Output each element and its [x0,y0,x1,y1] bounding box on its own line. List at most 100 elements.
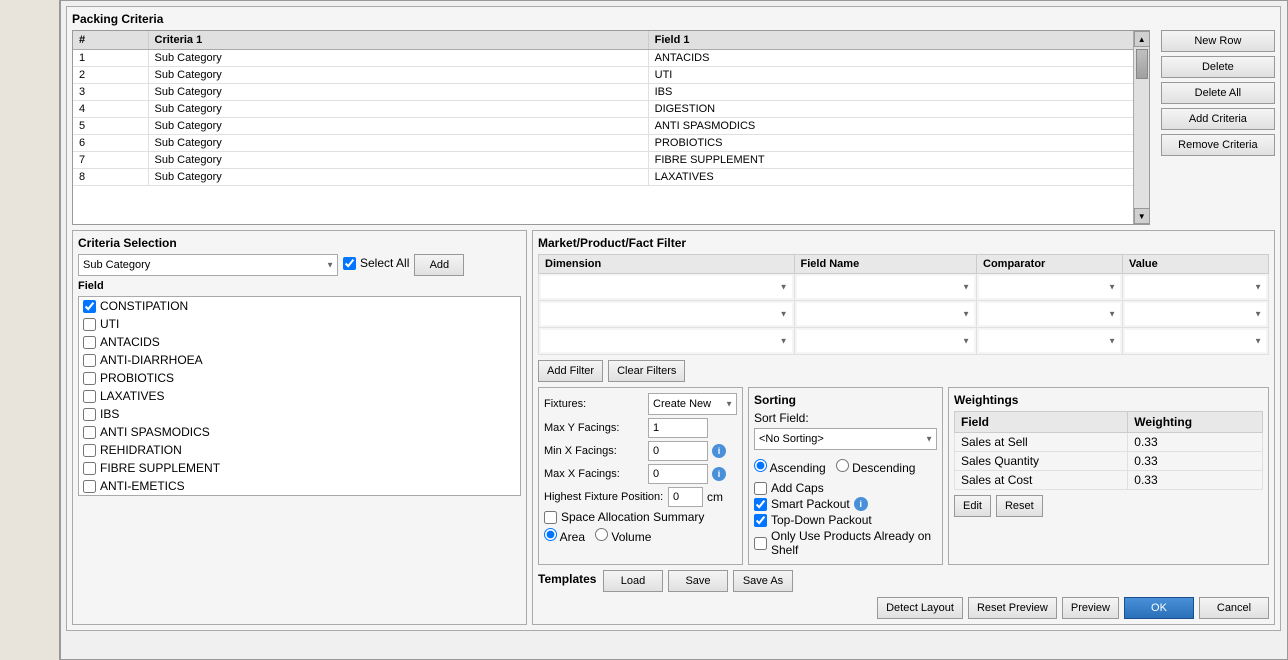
filter-dimension-wrapper[interactable] [541,330,792,352]
field-list-item[interactable]: LAXATIVES [79,387,520,405]
filter-comparator-wrapper[interactable] [979,303,1120,325]
min-x-info-icon[interactable]: i [712,444,726,458]
max-x-input[interactable] [648,464,708,484]
filter-comparator-select[interactable] [979,276,1120,298]
max-y-input[interactable] [648,418,708,438]
table-row[interactable]: 7Sub CategoryFIBRE SUPPLEMENT [73,152,1148,169]
delete-button[interactable]: Delete [1161,56,1275,78]
highest-fixture-input[interactable] [668,487,703,507]
field-list-item[interactable]: FIBRE SUPPLEMENT [79,459,520,477]
save-button[interactable]: Save [668,570,728,592]
filter-fieldname-cell[interactable] [794,328,977,355]
filter-dimension-select[interactable] [541,303,792,325]
field-checkbox[interactable] [83,336,96,349]
smart-packout-info-icon[interactable]: i [854,497,868,511]
add-button[interactable]: Add [414,254,464,276]
filter-fieldname-wrapper[interactable] [797,330,975,352]
field-list-item[interactable]: ANTACIDS [79,333,520,351]
filter-value-wrapper[interactable] [1125,276,1266,298]
filter-dimension-cell[interactable] [539,301,795,328]
filter-fieldname-select[interactable] [797,276,975,298]
ascending-label[interactable]: Ascending [754,459,826,475]
ok-button[interactable]: OK [1124,597,1194,619]
fixtures-dropdown[interactable]: Create New [648,393,737,415]
top-down-checkbox[interactable] [754,514,767,527]
field-list-item[interactable]: CONSTIPATION [79,297,520,315]
filter-value-cell[interactable] [1123,274,1269,301]
table-row[interactable]: 2Sub CategoryUTI [73,67,1148,84]
add-filter-button[interactable]: Add Filter [538,360,603,382]
volume-radio-label[interactable]: Volume [595,528,651,544]
ascending-radio[interactable] [754,459,767,472]
filter-value-select[interactable] [1125,276,1266,298]
filter-dimension-wrapper[interactable] [541,276,792,298]
sort-dropdown[interactable]: <No Sorting> [754,428,937,450]
filter-value-wrapper[interactable] [1125,330,1266,352]
table-row[interactable]: 4Sub CategoryDIGESTION [73,101,1148,118]
filter-dimension-select[interactable] [541,276,792,298]
add-caps-checkbox[interactable] [754,482,767,495]
filter-value-cell[interactable] [1123,301,1269,328]
table-scrollbar[interactable]: ▲ ▼ [1133,31,1149,224]
descending-label[interactable]: Descending [836,459,916,475]
field-checkbox[interactable] [83,390,96,403]
filter-dimension-cell[interactable] [539,328,795,355]
detect-layout-button[interactable]: Detect Layout [877,597,963,619]
filter-fieldname-select[interactable] [797,330,975,352]
filter-comparator-cell[interactable] [977,274,1123,301]
filter-value-select[interactable] [1125,303,1266,325]
filter-fieldname-wrapper[interactable] [797,303,975,325]
table-row[interactable]: 5Sub CategoryANTI SPASMODICS [73,118,1148,135]
filter-fieldname-cell[interactable] [794,274,977,301]
filter-fieldname-wrapper[interactable] [797,276,975,298]
field-list-item[interactable]: ANTI-EMETICS [79,477,520,495]
field-list-item[interactable]: PROBIOTICS [79,369,520,387]
field-checkbox[interactable] [83,444,96,457]
new-row-button[interactable]: New Row [1161,30,1275,52]
filter-comparator-cell[interactable] [977,301,1123,328]
area-radio[interactable] [544,528,557,541]
field-checkbox[interactable] [83,372,96,385]
filter-comparator-select[interactable] [979,330,1120,352]
filter-dimension-cell[interactable] [539,274,795,301]
descending-radio[interactable] [836,459,849,472]
table-row[interactable]: 6Sub CategoryPROBIOTICS [73,135,1148,152]
filter-comparator-wrapper[interactable] [979,330,1120,352]
weightings-edit-button[interactable]: Edit [954,495,991,517]
fixtures-dropdown-wrapper[interactable]: Create New [648,393,737,415]
field-checkbox[interactable] [83,354,96,367]
scroll-thumb[interactable] [1136,49,1148,79]
preview-button[interactable]: Preview [1062,597,1119,619]
sort-dropdown-wrapper[interactable]: <No Sorting> [754,428,937,450]
clear-filters-button[interactable]: Clear Filters [608,360,685,382]
field-checkbox[interactable] [83,318,96,331]
field-list-item[interactable]: REHIDRATION [79,441,520,459]
save-as-button[interactable]: Save As [733,570,793,592]
reset-preview-button[interactable]: Reset Preview [968,597,1057,619]
filter-dimension-wrapper[interactable] [541,303,792,325]
filter-comparator-wrapper[interactable] [979,276,1120,298]
scroll-up-arrow[interactable]: ▲ [1134,31,1150,47]
field-list-item[interactable]: UTI [79,315,520,333]
filter-comparator-cell[interactable] [977,328,1123,355]
field-list-item[interactable]: ANTI-DIARRHOEA [79,351,520,369]
field-checkbox[interactable] [83,300,96,313]
filter-comparator-select[interactable] [979,303,1120,325]
filter-fieldname-select[interactable] [797,303,975,325]
filter-value-cell[interactable] [1123,328,1269,355]
load-button[interactable]: Load [603,570,663,592]
space-allocation-checkbox[interactable] [544,511,557,524]
max-x-info-icon[interactable]: i [712,467,726,481]
field-checkbox[interactable] [83,480,96,493]
field-list-item[interactable]: DIGESTION [79,495,520,496]
add-criteria-button[interactable]: Add Criteria [1161,108,1275,130]
criteria-dropdown-wrapper[interactable]: Sub Category [78,254,338,276]
weightings-reset-button[interactable]: Reset [996,495,1043,517]
only-use-products-checkbox[interactable] [754,537,767,550]
table-row[interactable]: 3Sub CategoryIBS [73,84,1148,101]
field-list-item[interactable]: IBS [79,405,520,423]
scroll-down-arrow[interactable]: ▼ [1134,208,1150,224]
criteria-dropdown[interactable]: Sub Category [78,254,338,276]
area-radio-label[interactable]: Area [544,528,585,544]
min-x-input[interactable] [648,441,708,461]
